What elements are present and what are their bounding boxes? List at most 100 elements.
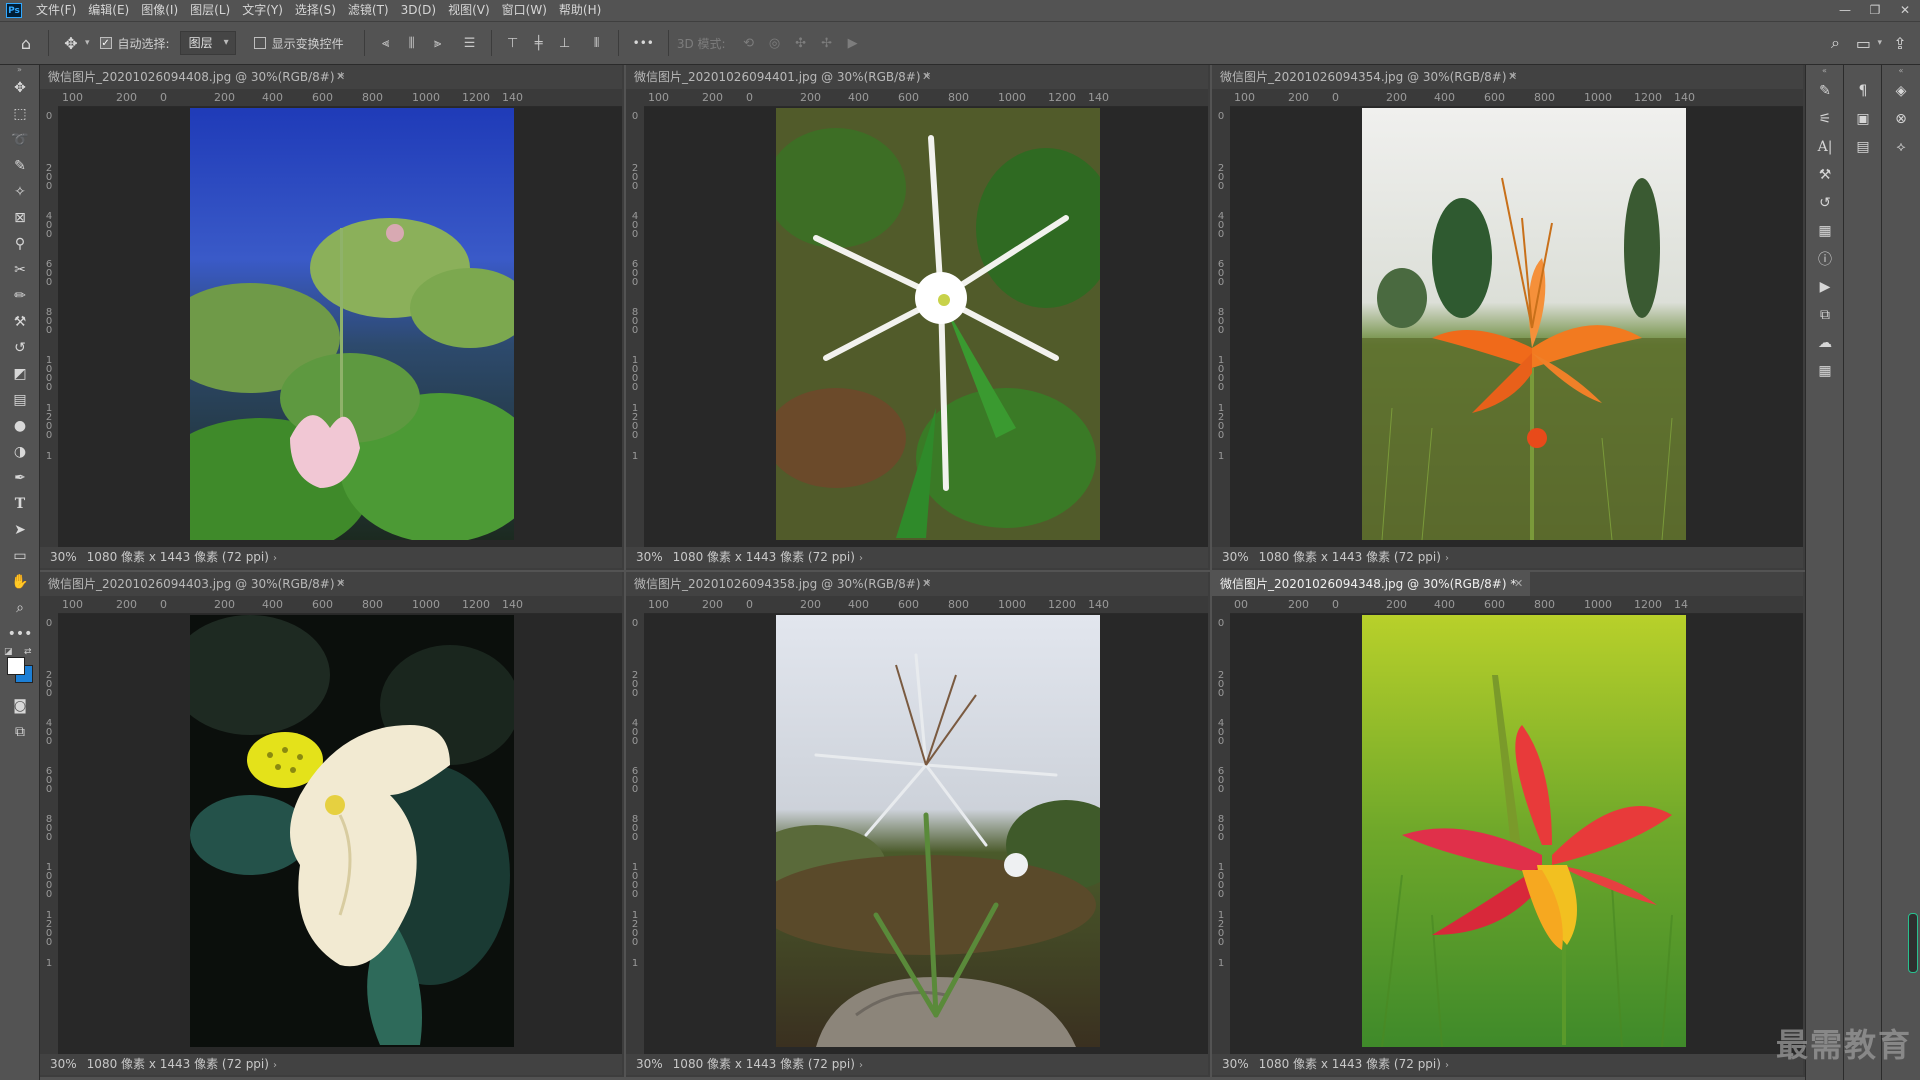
- document-tab[interactable]: 微信图片_20201026094358.jpg @ 30%(RGB/8#) * ✕: [626, 572, 1208, 596]
- chevron-right-icon[interactable]: ›: [859, 1060, 863, 1071]
- rectangle-tool-icon[interactable]: ▭: [0, 543, 40, 569]
- distribute-vertical-icon[interactable]: ☰: [457, 30, 483, 56]
- adjustments-icon[interactable]: ⚟: [1806, 105, 1844, 133]
- collapse-arrows-icon[interactable]: «: [1882, 65, 1920, 77]
- menu-type[interactable]: 文字(Y): [236, 0, 289, 21]
- align-top-icon[interactable]: ⊤: [500, 30, 526, 56]
- layer-comps-icon[interactable]: ⧉: [1806, 301, 1844, 329]
- chevron-down-icon[interactable]: ▾: [85, 38, 90, 48]
- horizontal-ruler[interactable]: 00 200 0 200 400 600 800 1000 1200 14: [1230, 596, 1803, 614]
- document-tab[interactable]: 微信图片_20201026094408.jpg @ 30%(RGB/8#) * ✕: [40, 65, 622, 89]
- zoom-level[interactable]: 30%: [50, 550, 77, 564]
- chevron-right-icon[interactable]: ›: [859, 553, 863, 564]
- brush-tool-icon[interactable]: ✏: [0, 283, 40, 309]
- horizontal-ruler[interactable]: 100 200 0 200 400 600 800 1000 1200 140: [58, 89, 622, 107]
- close-icon[interactable]: ✕: [336, 572, 345, 596]
- align-right-icon[interactable]: ⫸: [425, 30, 451, 56]
- document-image[interactable]: [190, 108, 514, 540]
- document-tab[interactable]: 微信图片_20201026094354.jpg @ 30%(RGB/8#) * ✕: [1212, 65, 1803, 89]
- document-window[interactable]: 微信图片_20201026094354.jpg @ 30%(RGB/8#) * ✕…: [1212, 65, 1805, 570]
- 3d-orbit-icon[interactable]: ⟲: [736, 30, 762, 56]
- magic-wand-icon[interactable]: ✧: [0, 179, 40, 205]
- document-title[interactable]: 微信图片_20201026094403.jpg @ 30%(RGB/8#) *: [48, 572, 358, 596]
- history-icon[interactable]: ↺: [1806, 189, 1844, 217]
- menu-file[interactable]: 文件(F): [30, 0, 82, 21]
- vertical-ruler[interactable]: 0 200 400 600 800 1000 1200 1: [626, 106, 645, 547]
- show-transform-checkbox[interactable]: 显示变换控件: [253, 35, 344, 52]
- vertical-ruler[interactable]: 0 200 400 600 800 1000 1200 1: [1212, 613, 1231, 1054]
- zoom-level[interactable]: 30%: [1222, 1057, 1249, 1071]
- vertical-ruler[interactable]: 0 200 400 600 800 1000 1200 1: [1212, 106, 1231, 547]
- canvas-area[interactable]: [1230, 614, 1803, 1054]
- brush-settings-icon[interactable]: ✎: [1806, 77, 1844, 105]
- document-title[interactable]: 微信图片_20201026094401.jpg @ 30%(RGB/8#) *: [634, 65, 944, 89]
- menu-layer[interactable]: 图层(L): [184, 0, 236, 21]
- restore-icon[interactable]: ❐: [1860, 0, 1890, 21]
- menu-view[interactable]: 视图(V): [442, 0, 496, 21]
- menu-window[interactable]: 窗口(W): [496, 0, 553, 21]
- canvas-area[interactable]: [644, 107, 1208, 547]
- close-icon[interactable]: ✕: [1890, 0, 1920, 21]
- align-bottom-icon[interactable]: ⊥: [552, 30, 578, 56]
- document-info[interactable]: 1080 像素 x 1443 像素 (72 ppi): [87, 1057, 269, 1071]
- blur-tool-icon[interactable]: ●: [0, 413, 40, 439]
- ruler-origin[interactable]: [1212, 596, 1230, 613]
- foreground-color-swatch[interactable]: [7, 657, 25, 675]
- home-icon[interactable]: ⌂: [12, 29, 40, 57]
- document-info[interactable]: 1080 像素 x 1443 像素 (72 ppi): [673, 1057, 855, 1071]
- menu-image[interactable]: 图像(I): [135, 0, 184, 21]
- menu-filter[interactable]: 滤镜(T): [342, 0, 395, 21]
- libraries-icon[interactable]: ▦: [1806, 217, 1844, 245]
- gradient-tool-icon[interactable]: ▤: [0, 387, 40, 413]
- canvas-area[interactable]: [1230, 107, 1803, 547]
- more-options-button[interactable]: •••: [633, 36, 654, 50]
- channels-icon[interactable]: ⊗: [1882, 105, 1920, 133]
- chevron-right-icon[interactable]: ›: [273, 553, 277, 564]
- move-tool-icon[interactable]: ✥: [57, 29, 85, 57]
- eraser-tool-icon[interactable]: ◩: [0, 361, 40, 387]
- align-hcenter-icon[interactable]: ⫼: [399, 30, 425, 56]
- color-swatches[interactable]: ◪ ⇄: [0, 647, 40, 693]
- table-icon[interactable]: ▦: [1806, 357, 1844, 385]
- marquee-tool-icon[interactable]: ⬚: [0, 101, 40, 127]
- document-info[interactable]: 1080 像素 x 1443 像素 (72 ppi): [1259, 550, 1441, 564]
- ruler-origin[interactable]: [626, 89, 644, 106]
- 3d-pan-icon[interactable]: ✣: [788, 30, 814, 56]
- auto-select-checkbox[interactable]: ✓ 自动选择:: [99, 35, 170, 52]
- document-image[interactable]: [1362, 108, 1686, 540]
- info-icon[interactable]: ⓘ: [1806, 245, 1844, 273]
- pen-tool-icon[interactable]: ✒: [0, 465, 40, 491]
- quick-select-tool-icon[interactable]: ✎: [0, 153, 40, 179]
- share-icon[interactable]: ⇪: [1886, 29, 1914, 57]
- ruler-origin[interactable]: [626, 596, 644, 613]
- actions-play-icon[interactable]: ▶: [1806, 273, 1844, 301]
- chevron-right-icon[interactable]: ›: [1445, 553, 1449, 564]
- document-tab[interactable]: 微信图片_20201026094403.jpg @ 30%(RGB/8#) * ✕: [40, 572, 622, 596]
- path-select-icon[interactable]: ➤: [0, 517, 40, 543]
- document-title[interactable]: 微信图片_20201026094358.jpg @ 30%(RGB/8#) *: [634, 572, 944, 596]
- clone-stamp-icon[interactable]: ⚒: [0, 309, 40, 335]
- ruler-origin[interactable]: [1212, 89, 1230, 106]
- lasso-tool-icon[interactable]: ➰: [0, 127, 40, 153]
- chevron-right-icon[interactable]: ›: [1445, 1060, 1449, 1071]
- move-tool-icon[interactable]: ✥: [0, 75, 40, 101]
- hand-tool-icon[interactable]: ✋: [0, 569, 40, 595]
- menu-help[interactable]: 帮助(H): [553, 0, 607, 21]
- document-window[interactable]: 微信图片_20201026094358.jpg @ 30%(RGB/8#) * ✕…: [626, 572, 1210, 1077]
- type-tool-icon[interactable]: T: [0, 491, 40, 517]
- document-title[interactable]: 微信图片_20201026094348.jpg @ 30%(RGB/8#) *: [1212, 572, 1531, 596]
- document-window[interactable]: 微信图片_20201026094408.jpg @ 30%(RGB/8#) * ✕…: [40, 65, 624, 570]
- clone-source-icon[interactable]: ⚒: [1806, 161, 1844, 189]
- zoom-level[interactable]: 30%: [636, 550, 663, 564]
- document-window[interactable]: 微信图片_20201026094401.jpg @ 30%(RGB/8#) * ✕…: [626, 65, 1210, 570]
- document-image[interactable]: [1362, 615, 1686, 1047]
- document-info[interactable]: 1080 像素 x 1443 像素 (72 ppi): [673, 550, 855, 564]
- chevron-right-icon[interactable]: ›: [273, 1060, 277, 1071]
- screen-mode-icon[interactable]: ⧉: [0, 719, 40, 745]
- close-icon[interactable]: ✕: [922, 65, 931, 89]
- notes-icon[interactable]: ▤: [1844, 133, 1882, 161]
- document-title[interactable]: 微信图片_20201026094354.jpg @ 30%(RGB/8#) *: [1220, 65, 1530, 89]
- collapse-arrows-icon[interactable]: «: [1806, 65, 1843, 77]
- checkbox-unchecked-icon[interactable]: [253, 37, 266, 49]
- horizontal-ruler[interactable]: 100 200 0 200 400 600 800 1000 1200 140: [644, 89, 1208, 107]
